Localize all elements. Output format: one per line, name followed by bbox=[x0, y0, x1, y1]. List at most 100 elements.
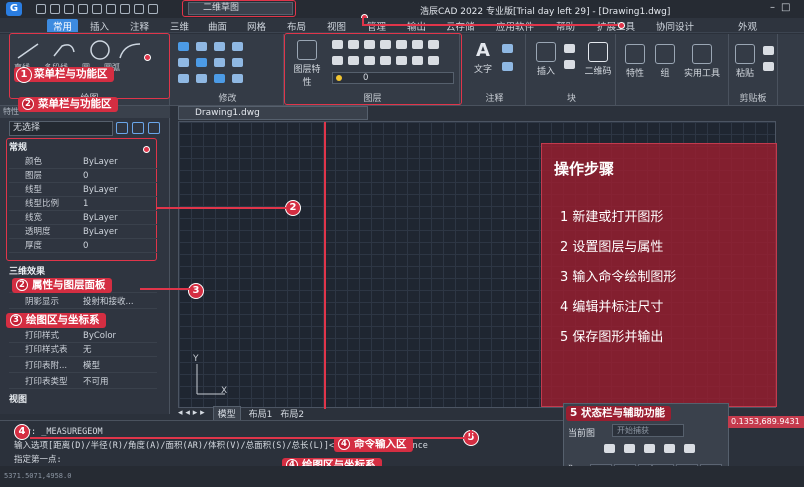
tab-apps[interactable]: 应用软件 bbox=[496, 19, 534, 33]
paste-icon bbox=[735, 44, 755, 64]
callout-2: 2 bbox=[285, 200, 301, 216]
document-tab[interactable]: Drawing1.dwg bbox=[178, 106, 368, 120]
tab-layout2[interactable]: 布局2 bbox=[280, 407, 304, 420]
text-icon: A bbox=[476, 40, 490, 61]
section-view[interactable]: 视图 bbox=[9, 394, 157, 406]
cad-window: G 二维草图 浩辰CAD 2022 专业版[Trial day left 29]… bbox=[0, 0, 804, 487]
tab-collaboration[interactable]: 协同设计 bbox=[656, 19, 694, 33]
new-file-icon[interactable] bbox=[36, 4, 46, 14]
step-item: 5 保存图形并输出 bbox=[560, 330, 664, 345]
layout-nav-icon[interactable]: ◂ ◂ ▸ ▸ bbox=[178, 408, 205, 418]
leader-icon[interactable] bbox=[502, 62, 513, 71]
fillet-icon[interactable] bbox=[214, 58, 225, 67]
maximize-icon[interactable]: □ bbox=[781, 2, 790, 13]
tab-extensions[interactable]: 扩展工具 bbox=[597, 19, 635, 33]
insert-block-button[interactable]: 插入 bbox=[532, 42, 560, 77]
prop-row-linetype-scale[interactable]: 线型比例 1 bbox=[9, 198, 157, 211]
utilities-button[interactable]: 实用工具 bbox=[680, 44, 724, 79]
undo-icon[interactable] bbox=[120, 4, 130, 14]
prop-row-plot-type[interactable]: 打印表类型 不可用 bbox=[9, 376, 157, 389]
dimension-icon[interactable] bbox=[502, 44, 513, 53]
set-current-icon[interactable] bbox=[644, 444, 655, 453]
prop-row-color[interactable]: 颜色 ByLayer bbox=[9, 156, 157, 169]
tab-model[interactable]: 模型 bbox=[212, 405, 241, 421]
print-icon[interactable] bbox=[92, 4, 102, 14]
annotation-line bbox=[470, 430, 472, 438]
steps-panel: 操作步骤 1 新建或打开图形 2 设置图层与属性 3 输入命令绘制图形 4 编辑… bbox=[541, 143, 777, 407]
workspace-icon[interactable] bbox=[148, 4, 158, 14]
tab-layout[interactable]: 布局 bbox=[287, 19, 306, 33]
save-as-icon[interactable] bbox=[78, 4, 88, 14]
status-coordinates: 5371.5071,4958.0 bbox=[4, 472, 72, 480]
array-icon[interactable] bbox=[214, 74, 225, 83]
tab-annotate[interactable]: 注释 bbox=[130, 19, 149, 33]
prop-row-lineweight[interactable]: 线宽 ByLayer bbox=[9, 212, 157, 225]
prop-row-shadow[interactable]: 阴影显示 投射和接收... bbox=[9, 296, 157, 309]
scale-icon[interactable] bbox=[196, 74, 207, 83]
annotation-panel: A 文字 注释 bbox=[464, 34, 526, 106]
prop-row-transparency[interactable]: 透明度 ByLayer bbox=[9, 226, 157, 239]
prop-row-plot-style[interactable]: 打印样式 ByColor bbox=[9, 330, 157, 343]
layer-states-icon[interactable] bbox=[664, 444, 675, 453]
prop-row-linetype[interactable]: 线型 ByLayer bbox=[9, 184, 157, 197]
tab-output[interactable]: 输出 bbox=[407, 19, 426, 33]
qr-code-button[interactable]: 二维码 bbox=[582, 42, 614, 77]
move-icon[interactable] bbox=[178, 42, 189, 51]
tab-layout1[interactable]: 布局1 bbox=[249, 407, 273, 420]
new-layer-icon[interactable] bbox=[604, 444, 615, 453]
offset-icon[interactable] bbox=[232, 74, 243, 83]
toggle-pickadd-icon[interactable] bbox=[116, 122, 128, 134]
stretch-icon[interactable] bbox=[178, 74, 189, 83]
block-tool-icon[interactable] bbox=[564, 60, 575, 69]
select-objects-icon[interactable] bbox=[132, 122, 144, 134]
tab-home[interactable]: 常用 bbox=[47, 19, 79, 33]
tab-view[interactable]: 视图 bbox=[327, 19, 346, 33]
properties-palette: 特性 无选择 常规 颜色 ByLayer 图层 0 线型 ByLayer 线型比例 1 … bbox=[0, 97, 170, 414]
tab-surface[interactable]: 曲面 bbox=[208, 19, 227, 33]
tab-mesh[interactable]: 网格 bbox=[247, 19, 266, 33]
annotation-panel-title: 注释 bbox=[485, 94, 504, 104]
plot-icon[interactable] bbox=[106, 4, 116, 14]
selection-dropdown[interactable]: 无选择 bbox=[9, 121, 113, 136]
annotation-line bbox=[324, 122, 326, 409]
app-title: 浩辰CAD 2022 专业版[Trial day left 29] - [Dra… bbox=[420, 7, 671, 17]
tab-manage[interactable]: 管理 bbox=[367, 19, 386, 33]
quick-select-icon[interactable] bbox=[148, 122, 160, 134]
properties-button[interactable]: 特性 bbox=[620, 44, 650, 79]
callout-1: 1 bbox=[16, 67, 32, 83]
minimize-icon[interactable]: – bbox=[770, 2, 775, 13]
tab-help[interactable]: 帮助 bbox=[556, 19, 575, 33]
copy-clip-icon[interactable] bbox=[763, 62, 774, 71]
copy-icon[interactable] bbox=[178, 58, 189, 67]
prop-row-thickness[interactable]: 厚度 0 bbox=[9, 240, 157, 253]
redo-icon[interactable] bbox=[134, 4, 144, 14]
text-button[interactable]: A 文字 bbox=[468, 40, 498, 75]
annotation-line bbox=[30, 437, 466, 439]
tab-3d[interactable]: 三维 bbox=[170, 19, 189, 33]
explode-icon[interactable] bbox=[232, 58, 243, 67]
app-logo: G bbox=[6, 2, 22, 16]
save-icon[interactable] bbox=[64, 4, 74, 14]
group-button[interactable]: 组 bbox=[654, 44, 676, 79]
prop-row-plot-table[interactable]: 打印样式表无 bbox=[9, 344, 157, 357]
section-general[interactable]: 常规 bbox=[9, 142, 157, 154]
erase-icon[interactable] bbox=[232, 42, 243, 51]
prop-row-plot-attached[interactable]: 打印表附... 模型 bbox=[9, 360, 157, 373]
paste-button[interactable]: 粘贴 bbox=[731, 44, 759, 79]
cut-icon[interactable] bbox=[763, 46, 774, 55]
trim-icon[interactable] bbox=[214, 42, 225, 51]
block-tool-icon[interactable] bbox=[564, 44, 575, 53]
delete-layer-icon[interactable] bbox=[624, 444, 635, 453]
layer-search-input[interactable]: 开始捕获 bbox=[612, 424, 684, 437]
rotate-icon[interactable] bbox=[196, 42, 207, 51]
step-item: 4 编辑并标注尺寸 bbox=[560, 300, 664, 315]
layer-filter-icon[interactable] bbox=[684, 444, 695, 453]
section-3d-effects[interactable]: 三维效果 bbox=[9, 266, 157, 278]
open-file-icon[interactable] bbox=[50, 4, 60, 14]
mirror-icon[interactable] bbox=[196, 58, 207, 67]
coordinate-readout: 0.1353,689.9431 bbox=[728, 416, 804, 428]
prop-row-layer[interactable]: 图层 0 bbox=[9, 170, 157, 183]
appearance-menu[interactable]: 外观 bbox=[738, 19, 757, 33]
tab-insert[interactable]: 插入 bbox=[90, 19, 109, 33]
tab-cloud[interactable]: 云存储 bbox=[446, 19, 475, 33]
